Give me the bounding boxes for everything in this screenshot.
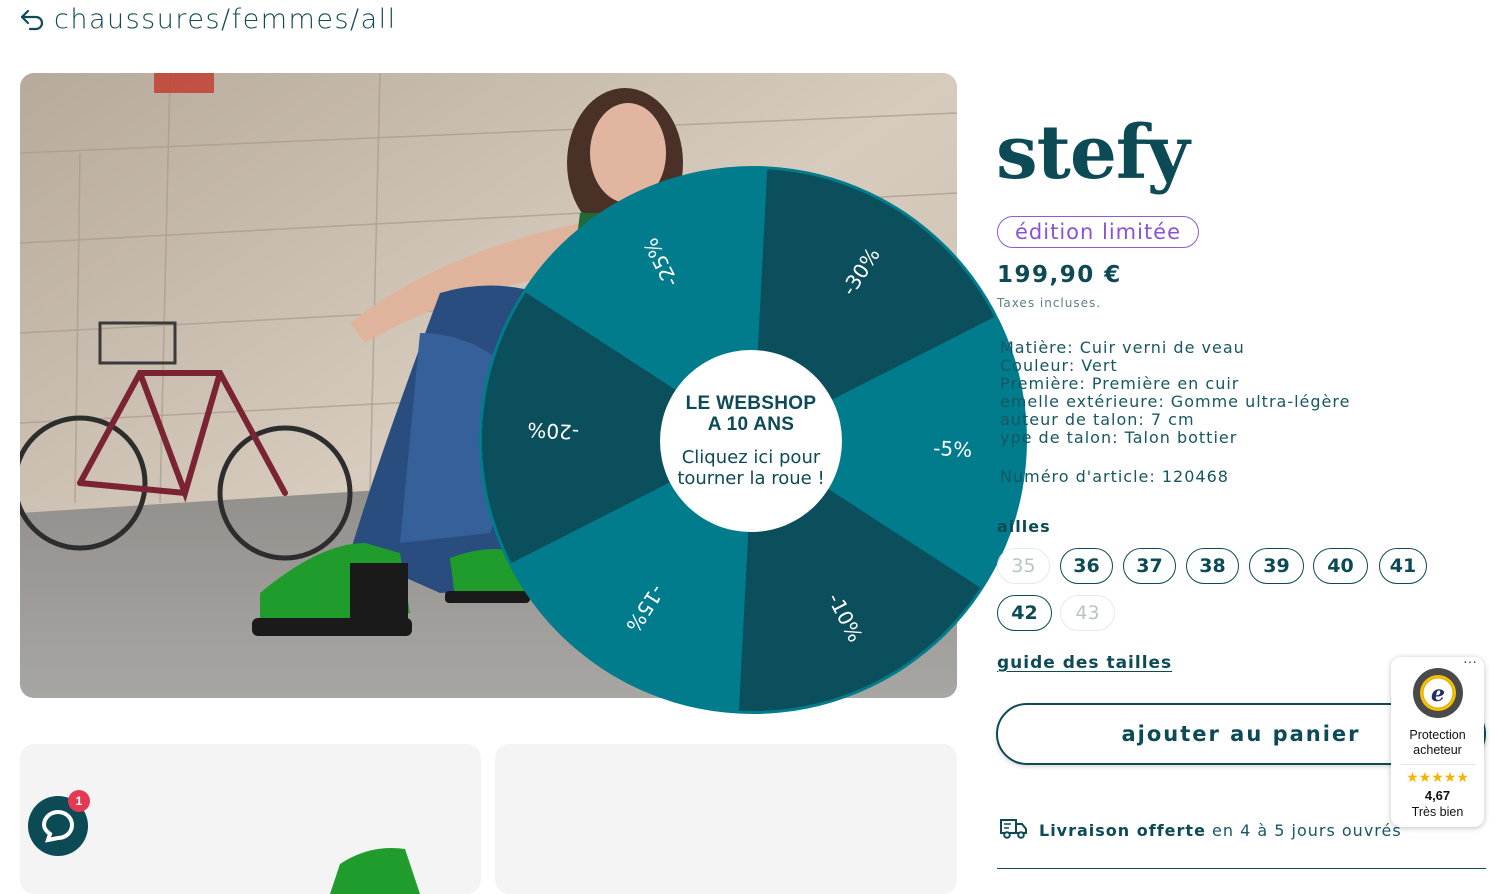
size-option-35[interactable]: 35 [997, 548, 1050, 584]
spec-line: Matière: Cuir verni de veau [1000, 338, 1245, 357]
wheel-cta-text: Cliquez ici pour tourner la roue ! [677, 447, 825, 489]
svg-text:e: e [1431, 681, 1445, 707]
spec-line: emelle extérieure: Gomme ultra-légère [1000, 392, 1351, 411]
rating-verdict: Très bien [1411, 805, 1464, 819]
spec-line: ype de talon: Talon bottier [1000, 428, 1238, 447]
size-guide-link[interactable]: guide des tailles [997, 653, 1172, 673]
spec-line: auteur de talon: 7 cm [1000, 410, 1195, 429]
size-option-39[interactable]: 39 [1249, 548, 1304, 584]
product-title: stefy [996, 110, 1190, 196]
wheel-title: LE WEBSHOP A 10 ANS [685, 393, 817, 435]
size-option-40[interactable]: 40 [1313, 548, 1368, 584]
divider [997, 868, 1486, 869]
delivery-info: Livraison offerte en 4 à 5 jours ouvrés [999, 815, 1402, 845]
delivery-free-label: Livraison offerte [1039, 820, 1206, 840]
product-thumbnail-2[interactable] [495, 744, 957, 894]
size-option-43[interactable]: 43 [1060, 595, 1115, 631]
product-thumbnail-1[interactable] [20, 744, 481, 894]
product-specs: Matière: Cuir verni de veau Couleur: Ver… [1000, 339, 1350, 447]
chat-notification-badge: 1 [68, 790, 90, 812]
trusted-shops-seal-icon: e [1412, 668, 1463, 718]
delivery-truck-icon [999, 815, 1029, 845]
delivery-time: en 4 à 5 jours ouvrés [1212, 820, 1402, 840]
tax-note: Taxes incluses. [997, 296, 1102, 310]
wheel-segment-label: -5% [933, 436, 973, 462]
size-option-38[interactable]: 38 [1186, 548, 1239, 584]
article-number: Numéro d'article: 120468 [1000, 467, 1229, 486]
limited-edition-badge: édition limitée [997, 216, 1200, 248]
spec-line: Première: Première en cuir [1000, 374, 1240, 393]
size-option-36[interactable]: 36 [1060, 548, 1113, 584]
sizes-label: ailles [997, 517, 1051, 536]
spec-line: Couleur: Vert [1000, 356, 1118, 375]
wheel-spin-button[interactable]: LE WEBSHOP A 10 ANS Cliquez ici pour tou… [660, 350, 842, 532]
more-options-icon[interactable]: ··· [1463, 653, 1477, 669]
wheel-segment-label: -20% [527, 418, 580, 445]
rating-score: 4,67 [1424, 788, 1451, 803]
breadcrumb[interactable]: chaussures/femmes/all [18, 4, 397, 35]
size-option-42[interactable]: 42 [997, 595, 1052, 631]
trusted-shops-widget[interactable]: ··· e Protection acheteur ★★★★★ 4,67 Trè… [1391, 653, 1484, 827]
size-option-37[interactable]: 37 [1123, 548, 1176, 584]
buyer-protection-label: Protection acheteur [1409, 728, 1466, 757]
size-option-41[interactable]: 41 [1379, 548, 1427, 584]
back-arrow-icon[interactable] [18, 5, 46, 35]
rating-stars: ★★★★★ [1400, 764, 1475, 786]
chat-bubble-icon [41, 809, 75, 843]
breadcrumb-path[interactable]: chaussures/femmes/all [54, 4, 397, 35]
product-price: 199,90 € [997, 262, 1122, 288]
